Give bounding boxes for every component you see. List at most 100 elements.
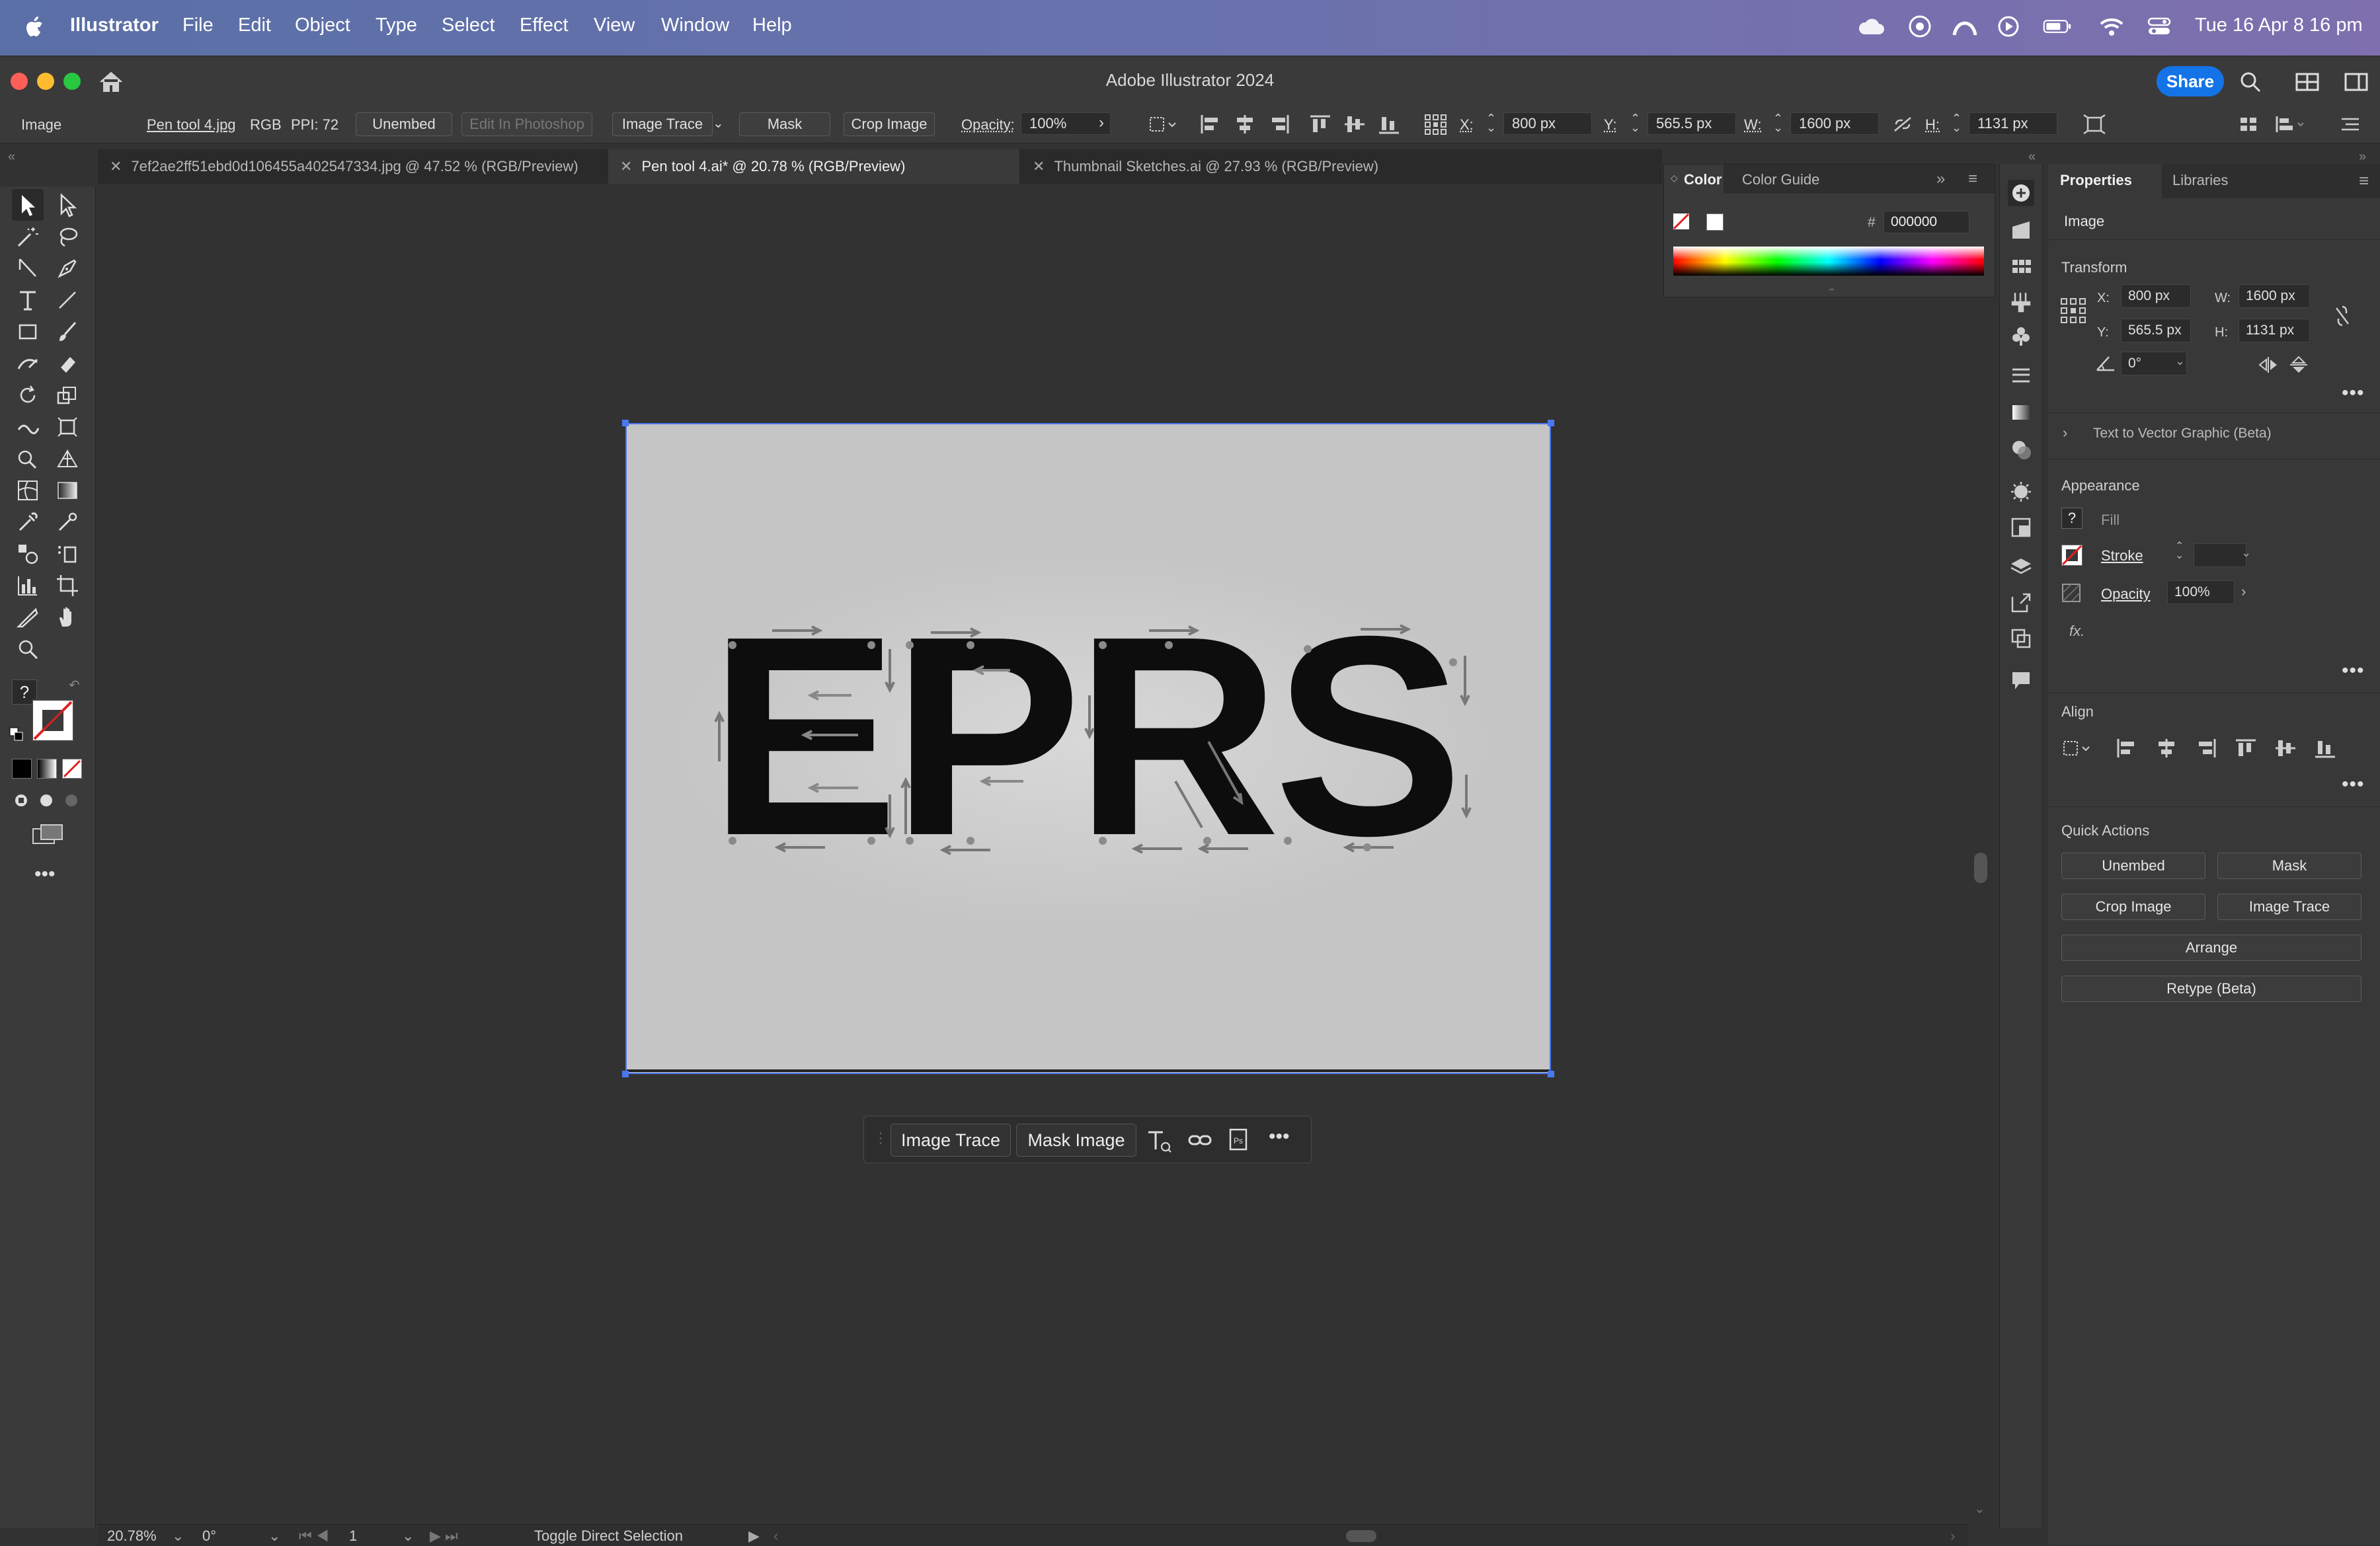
pen-tool-icon[interactable] [52, 252, 83, 284]
gradient-tool-icon[interactable] [52, 475, 83, 506]
opacity-expand-icon[interactable]: › [1099, 114, 1104, 132]
horizontal-scrollbar-thumb[interactable] [1346, 1530, 1376, 1542]
fill-unknown-icon[interactable]: ? [2061, 508, 2082, 529]
props-align-middle-icon[interactable] [2274, 738, 2297, 759]
menu-select[interactable]: Select [442, 15, 495, 36]
opacity-expand-icon[interactable]: › [2241, 583, 2246, 600]
properties-menu-icon[interactable]: ≡ [2359, 171, 2369, 191]
zoom-level[interactable]: 20.78% [107, 1527, 157, 1545]
gradient-panel-icon[interactable] [2008, 399, 2034, 426]
edit-in-photoshop-button[interactable]: Edit In Photoshop [461, 112, 592, 136]
y-stepper-icon[interactable]: ⌃ ⌄ [1630, 114, 1640, 132]
apple-icon[interactable] [20, 12, 49, 41]
photoshop-icon[interactable]: Ps [1228, 1127, 1251, 1153]
text-to-vector-expand-icon[interactable]: › [2063, 424, 2067, 442]
opacity-field[interactable]: 100% [1021, 112, 1111, 135]
rotation-dropdown-icon[interactable]: ⌄ [268, 1527, 280, 1545]
props-x-field[interactable]: 800 px [2121, 284, 2191, 308]
search-icon[interactable] [2237, 69, 2264, 95]
control-center-icon[interactable] [2145, 12, 2174, 41]
opacity-field[interactable]: 100% [2167, 580, 2235, 604]
x-field[interactable]: 800 px [1503, 112, 1592, 135]
x-stepper-icon[interactable]: ⌃ ⌄ [1486, 114, 1496, 132]
artboard[interactable]: EPRS [625, 423, 1551, 1074]
link-icon[interactable] [1187, 1128, 1213, 1152]
stroke-swatch[interactable] [32, 699, 74, 742]
rectangle-tool-icon[interactable] [12, 316, 44, 348]
transform-icon[interactable] [2082, 114, 2106, 135]
context-image-trace-button[interactable]: Image Trace [891, 1124, 1011, 1157]
h-stepper-icon[interactable]: ⌃ ⌄ [1952, 114, 1962, 132]
props-align-center-icon[interactable] [2155, 738, 2178, 759]
qa-crop-image-button[interactable]: Crop Image [2061, 894, 2205, 920]
color-spectrum[interactable] [1673, 247, 1984, 276]
fill-none-swatch[interactable] [1673, 213, 1689, 229]
stroke-label[interactable]: Stroke [2101, 547, 2143, 564]
gradient-mode-icon[interactable] [37, 759, 57, 779]
align-horizontal-center-icon[interactable] [1234, 114, 1256, 135]
control-bar-menu-icon[interactable] [2339, 114, 2361, 135]
warp-tool-icon[interactable] [12, 411, 44, 443]
symbol-sprayer-tool-icon[interactable] [52, 538, 83, 570]
slice-tool-icon[interactable] [12, 601, 44, 633]
shaper-tool-icon[interactable] [12, 348, 44, 379]
bounding-box-handle[interactable] [622, 420, 629, 426]
menu-edit[interactable]: Edit [238, 15, 271, 36]
tab-color-guide[interactable]: Color Guide [1742, 171, 1819, 188]
first-artboard-icon[interactable]: ⏮ ◀ [299, 1527, 329, 1545]
align-to-icon[interactable] [1148, 112, 1181, 136]
props-align-bottom-icon[interactable] [2314, 738, 2336, 759]
swap-fill-stroke-icon[interactable]: ↶ [69, 677, 85, 693]
shape-builder-tool-icon[interactable] [12, 443, 44, 475]
align-left-icon[interactable] [1199, 114, 1222, 135]
stroke-weight-stepper-icon[interactable]: ⌃ ⌄ [2175, 542, 2184, 560]
selection-tool-icon[interactable] [12, 189, 44, 221]
transform-more-icon[interactable]: ••• [2342, 382, 2365, 405]
opacity-label[interactable]: Opacity: [961, 116, 1015, 134]
menu-effect[interactable]: Effect [520, 15, 569, 36]
effects-button[interactable]: fx. [2069, 623, 2084, 640]
transparency-panel-icon[interactable] [2008, 436, 2034, 463]
image-trace-button[interactable]: Image Trace [612, 112, 713, 136]
line-segment-tool-icon[interactable] [52, 284, 83, 316]
scroll-right-icon[interactable]: › [1950, 1527, 1955, 1545]
direct-selection-tool-icon[interactable] [52, 189, 83, 221]
layers-panel-icon[interactable] [2008, 554, 2034, 580]
placed-image[interactable]: EPRS [627, 424, 1550, 1073]
artboard-tool-icon[interactable] [52, 570, 83, 601]
align-top-icon[interactable] [1309, 114, 1331, 135]
reference-point-icon[interactable] [1423, 114, 1449, 135]
tab-document-3[interactable]: ✕ Thumbnail Sketches.ai @ 27.93 % (RGB/P… [1021, 149, 1417, 184]
stroke-white-swatch[interactable] [1706, 213, 1724, 231]
panel-resize-handle[interactable]: ═ [1829, 286, 1843, 291]
anchor-point-tool-icon[interactable] [12, 252, 44, 284]
panel-expand-icon[interactable]: » [1936, 170, 1945, 188]
clock[interactable]: Tue 16 Apr 8 16 pm [2195, 15, 2363, 36]
type-tool-icon[interactable] [12, 284, 44, 316]
image-trace-dropdown-icon[interactable]: ⌄ [713, 115, 729, 134]
eraser-tool-icon[interactable] [52, 348, 83, 379]
constrain-proportions-icon[interactable] [1892, 115, 1913, 134]
dock-collapse-icon[interactable]: « [2028, 149, 2036, 165]
rotate-tool-icon[interactable] [12, 379, 44, 411]
close-tab-icon[interactable]: ✕ [110, 158, 122, 175]
artboard-dropdown-icon[interactable]: ⌄ [402, 1527, 414, 1545]
tab-properties[interactable]: Properties [2060, 172, 2132, 189]
panel-collapse-icon[interactable]: ◇ [1671, 173, 1678, 184]
mask-image-button[interactable]: Mask Image [1016, 1124, 1136, 1157]
stroke-panel-icon[interactable] [2008, 362, 2034, 389]
rotation-value[interactable]: 0° [202, 1527, 216, 1545]
appearance-more-icon[interactable]: ••• [2342, 660, 2365, 682]
tab-document-2[interactable]: ✕ Pen tool 4.ai* @ 20.78 % (RGB/Preview) [608, 149, 1019, 184]
export-panel-icon[interactable] [2008, 590, 2034, 616]
props-align-right-icon[interactable] [2195, 738, 2217, 759]
distribute-icon[interactable] [2274, 114, 2307, 135]
unembed-button[interactable]: Unembed [356, 112, 452, 136]
measure-tool-icon[interactable] [52, 506, 83, 538]
flip-vertical-icon[interactable] [2289, 356, 2309, 374]
menu-object[interactable]: Object [295, 15, 350, 36]
artboards-panel-icon[interactable] [2008, 625, 2034, 652]
eyedropper-tool-icon[interactable] [12, 506, 44, 538]
text-to-vector-icon[interactable] [1144, 1127, 1173, 1153]
blend-tool-icon[interactable] [12, 538, 44, 570]
